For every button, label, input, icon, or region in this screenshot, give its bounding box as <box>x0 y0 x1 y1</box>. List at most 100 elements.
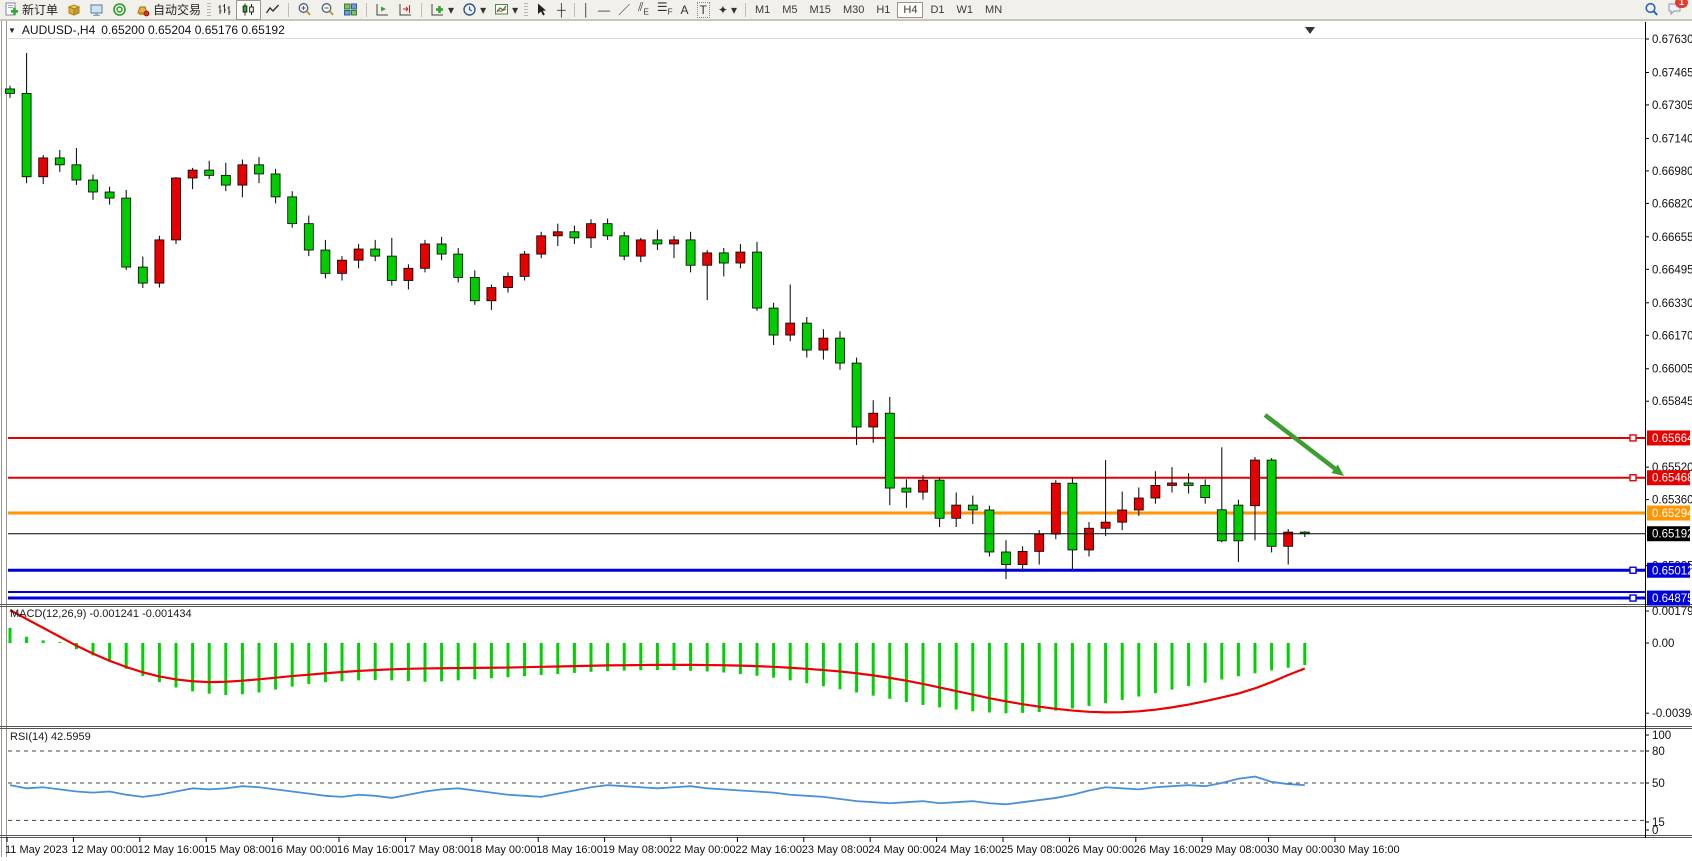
rsi-axis-label: 80 <box>1652 746 1665 758</box>
autotrading-button[interactable]: 自动交易 <box>131 1 205 19</box>
templates-button[interactable]: ▾ <box>490 1 522 19</box>
svg-text:0.65360: 0.65360 <box>1652 495 1692 507</box>
fibonacci-icon: ☰F <box>657 0 673 19</box>
candle-body <box>487 288 496 301</box>
svg-text:0.65294: 0.65294 <box>1652 508 1692 520</box>
candlestick-chart-button[interactable] <box>236 0 261 20</box>
chart-shift-marker[interactable] <box>1305 27 1315 34</box>
candle-body <box>703 253 712 265</box>
candle-body <box>1085 528 1094 550</box>
crosshair-icon: ┼ <box>557 3 566 17</box>
zoom-in-button[interactable] <box>293 1 316 19</box>
time-axis-label: 23 May 08:00 <box>802 844 869 856</box>
swirl-icon <box>112 2 127 17</box>
auto-scroll-button[interactable] <box>371 1 394 19</box>
time-axis[interactable]: 11 May 202312 May 00:0012 May 16:0015 Ma… <box>5 837 1400 856</box>
line-handle[interactable] <box>1630 435 1636 441</box>
channel-button[interactable]: ⫽E <box>634 1 653 19</box>
cursor-icon <box>534 2 549 17</box>
chart-title-bar[interactable]: ▼ AUDUSD-,H4 0.65200 0.65204 0.65176 0.6… <box>8 22 285 38</box>
svg-text:0.65664: 0.65664 <box>1652 433 1692 445</box>
candle-body <box>288 197 297 224</box>
price-badge: 0.65664 <box>1647 430 1692 445</box>
svg-text:0.66005: 0.66005 <box>1652 364 1692 376</box>
candle-body <box>354 249 363 260</box>
svg-text:0.64875: 0.64875 <box>1652 593 1692 605</box>
candle-body <box>719 253 728 263</box>
candle-body <box>1101 522 1110 528</box>
timeframe-button-h1[interactable]: H1 <box>871 3 895 17</box>
svg-text:0.66170: 0.66170 <box>1652 330 1692 342</box>
candle-body <box>1035 534 1044 551</box>
symbols-button[interactable] <box>62 1 85 19</box>
vertical-line-button[interactable]: │ <box>579 1 595 19</box>
candle-body <box>387 256 396 280</box>
notifications-button[interactable]: 1 <box>1667 1 1682 19</box>
candle-body <box>885 413 894 488</box>
line-handle[interactable] <box>1630 475 1636 481</box>
trend-arrow-annotation[interactable] <box>1265 415 1344 476</box>
new-order-button[interactable]: 新订单 <box>0 1 62 19</box>
channel-icon: ⫽E <box>638 0 649 19</box>
candle-body <box>736 252 745 263</box>
chart-shift-button[interactable] <box>394 1 417 19</box>
macd-axis-label: -0.003947 <box>1652 708 1692 720</box>
candle-body <box>371 249 380 256</box>
periods-button[interactable]: ▾ <box>458 1 490 19</box>
candle-body <box>935 480 944 518</box>
time-axis-label: 24 May 16:00 <box>935 844 1002 856</box>
price-chart[interactable]: 0.676300.674650.673050.671400.669800.668… <box>0 20 1692 861</box>
time-axis-label: 30 May 16:00 <box>1333 844 1400 856</box>
candle-body <box>1217 510 1226 541</box>
cursor-button[interactable] <box>530 1 553 19</box>
candle-body <box>271 174 280 197</box>
timeframe-button-w1[interactable]: W1 <box>952 3 979 17</box>
collapse-icon[interactable]: ▼ <box>8 26 16 35</box>
timeframe-button-m1[interactable]: M1 <box>750 3 775 17</box>
horizontal-lines[interactable] <box>8 435 1645 601</box>
candle-body <box>636 240 645 256</box>
timeframe-toolbar: M1M5M15M30H1H4D1W1MN <box>750 2 1007 18</box>
chart-shift-icon <box>398 2 413 17</box>
time-axis-label: 26 May 00:00 <box>1067 844 1134 856</box>
timeframe-button-h4[interactable]: H4 <box>897 2 923 18</box>
search-icon[interactable] <box>1644 2 1659 17</box>
line-chart-icon <box>265 2 280 17</box>
line-handle[interactable] <box>1630 595 1636 601</box>
candle-body <box>470 277 479 300</box>
timeframe-button-d1[interactable]: D1 <box>925 3 949 17</box>
crosshair-button[interactable]: ┼ <box>553 1 570 19</box>
rsi-axis-label: 0 <box>1652 825 1658 837</box>
tile-windows-button[interactable] <box>339 1 362 19</box>
timeframe-button-m5[interactable]: M5 <box>777 3 802 17</box>
candle-body <box>437 244 446 254</box>
candle-body <box>1201 485 1210 497</box>
timeframe-button-mn[interactable]: MN <box>980 3 1007 17</box>
horizontal-line-button[interactable]: — <box>594 1 614 19</box>
line-chart-button[interactable] <box>261 1 284 19</box>
text-button[interactable]: A <box>677 1 693 19</box>
data-window-button[interactable] <box>85 1 108 19</box>
text-label-button[interactable]: T <box>693 1 714 19</box>
trendline-button[interactable]: ／ <box>614 1 634 19</box>
candle-body <box>836 338 845 363</box>
navigator-button[interactable] <box>108 1 131 19</box>
candle-body <box>769 308 778 335</box>
fibonacci-button[interactable]: ☰F <box>653 1 677 19</box>
svg-text:0.65192: 0.65192 <box>1652 529 1692 541</box>
time-axis-label: 30 May 00:00 <box>1267 844 1334 856</box>
indicators-button[interactable]: ▾ <box>426 1 458 19</box>
arrows-button[interactable]: ✦▾ <box>714 1 741 19</box>
main-toolbar: 新订单 自动交易 ▾ ▾ ▾ ┼ │ — ／ ⫽E ☰F A T ✦ <box>0 0 1692 20</box>
timeframe-button-m15[interactable]: M15 <box>805 3 836 17</box>
candle-body <box>89 180 98 192</box>
timeframe-button-m30[interactable]: M30 <box>838 3 869 17</box>
zoom-out-button[interactable] <box>316 1 339 19</box>
time-axis-label: 16 May 00:00 <box>271 844 338 856</box>
line-handle[interactable] <box>1630 567 1636 573</box>
box-icon <box>66 2 81 17</box>
rsi-label: RSI(14) 42.5959 <box>10 731 91 743</box>
candle-body <box>504 276 513 287</box>
bar-chart-button[interactable] <box>213 1 236 19</box>
rsi-axis-label: 50 <box>1652 778 1665 790</box>
